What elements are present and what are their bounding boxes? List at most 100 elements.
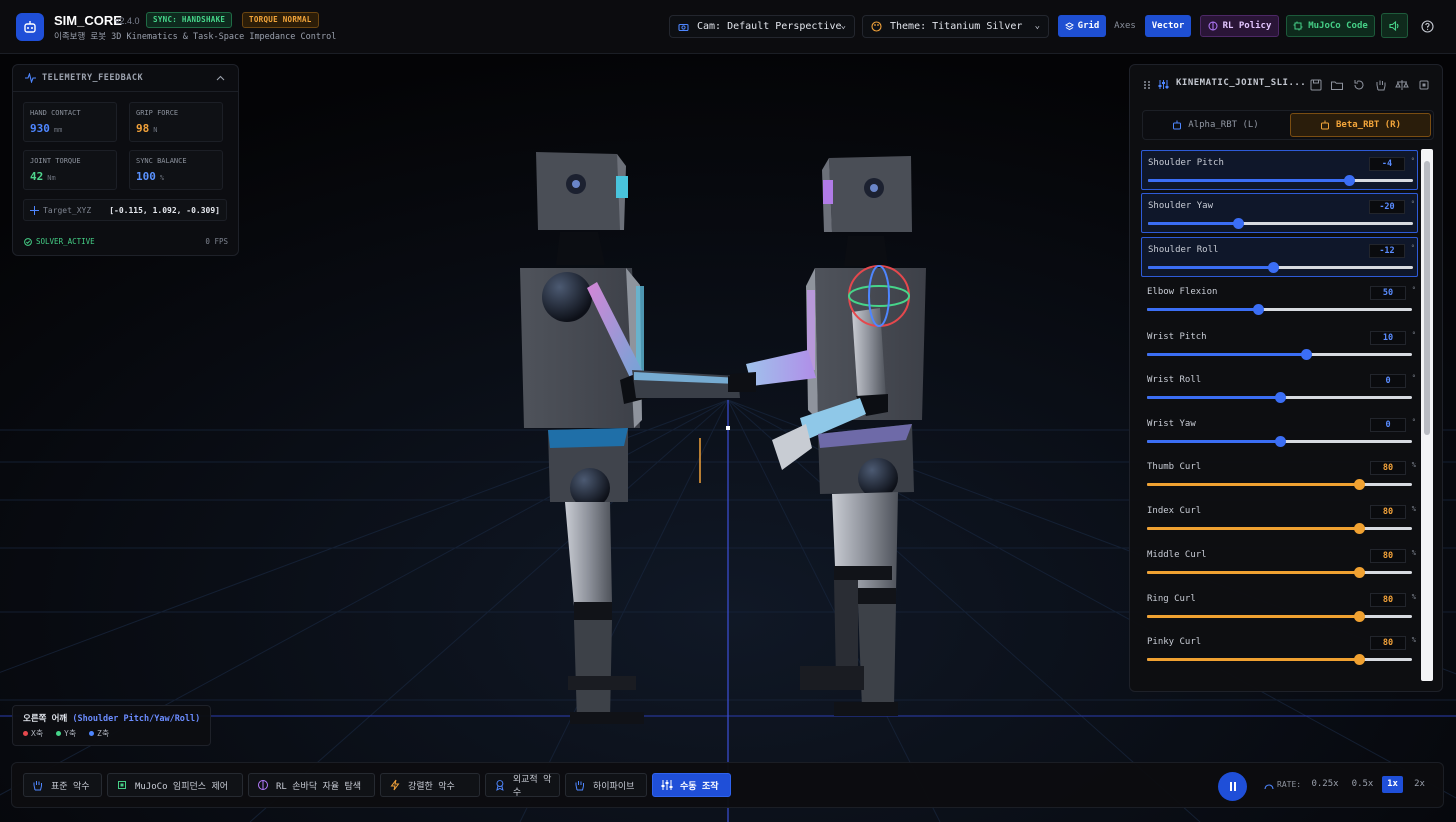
rl-policy-button[interactable]: RL Policy [1200,15,1279,37]
joint-slider-thumb[interactable] [1301,349,1312,360]
grid-toggle[interactable]: Grid [1058,15,1106,37]
mode-button[interactable]: MuJoCo 임피던스 제어 [107,773,243,797]
joint-slider-track[interactable] [1147,392,1412,403]
help-button[interactable] [1415,14,1439,38]
scrollbar-thumb[interactable] [1424,161,1430,435]
joint-unit: ° [1410,244,1415,252]
joint-value-input[interactable]: 80 [1370,461,1406,475]
joint-slider-track[interactable] [1147,567,1412,578]
joint-list[interactable]: Shoulder Pitch -4 ° Shoulder Yaw -20 ° Shoulde… [1141,149,1424,683]
shoulder-legend-name: 오른쪽 어깨 [23,714,68,724]
joint-slider-track[interactable] [1147,304,1412,315]
rate-option[interactable]: 0.25x [1308,776,1342,793]
activity-icon [25,73,36,83]
robot-icon [1173,120,1182,130]
joint-slider-fill [1148,179,1350,182]
joint-slider-track[interactable] [1147,479,1412,490]
z-axis-legend: Z축 [89,728,109,739]
joint-value-input[interactable]: -4 [1369,157,1405,171]
joint-slider-thumb[interactable] [1274,392,1286,403]
scale-icon[interactable] [1395,78,1409,92]
rate-option[interactable]: 0.5x [1349,776,1376,793]
telemetry-header[interactable]: TELEMETRY_FEEDBACK [13,65,238,92]
joint-slider-thumb[interactable] [1354,611,1365,622]
save-icon[interactable] [1309,78,1323,92]
joint-value-input[interactable]: -20 [1369,200,1405,214]
drag-handle-icon[interactable] [1143,80,1151,90]
grid-toggle-label: Grid [1077,21,1100,31]
theme-select[interactable]: Theme: Titanium Silver ⌄ [862,15,1049,38]
joint-slider-row[interactable]: Pinky Curl 80% [1141,630,1418,670]
joint-slider-thumb[interactable] [1354,567,1365,578]
pause-button[interactable] [1218,772,1247,801]
joint-slider-row[interactable]: Ring Curl 80% [1141,587,1418,627]
joint-slider-row[interactable]: Wrist Pitch 10 ° [1141,325,1418,365]
mode-label: 외교적 악수 [512,775,552,798]
chevron-down-icon: ⌄ [840,21,846,31]
joint-slider-row[interactable]: Wrist Yaw 0 ° [1141,412,1418,452]
joint-slider-thumb[interactable] [1233,218,1245,229]
joint-slider-row[interactable]: Elbow Flexion 50 ° [1141,280,1418,320]
camera-select[interactable]: Cam: Default Perspective ⌄ [669,15,855,38]
reset-icon[interactable] [1352,78,1366,92]
grip-force-stat: GRIP FORCE 98 N [129,102,223,142]
joint-slider-track[interactable] [1147,349,1412,360]
mode-button[interactable]: 외교적 악수 [485,773,560,798]
camera-icon [678,23,689,31]
joint-slider-thumb[interactable] [1344,175,1356,186]
rate-option[interactable]: 1x [1382,776,1403,793]
mode-button[interactable]: RL 손바닥 자율 탐색 [248,773,375,797]
chevron-up-icon[interactable] [216,75,225,81]
mode-button[interactable]: 강렬한 악수 [380,773,480,797]
joint-slider-thumb[interactable] [1267,262,1279,273]
joint-slider-row[interactable]: Middle Curl 80% [1141,543,1418,583]
joint-slider-thumb[interactable] [1354,654,1365,665]
mujoco-code-button[interactable]: MuJoCo Code [1286,15,1375,37]
joint-slider-row[interactable]: Wrist Roll 0 ° [1141,368,1418,408]
joint-value-input[interactable]: 80 [1370,636,1406,650]
joint-torque-stat: JOINT TORQUE 42 Nm [23,150,117,190]
joint-slider-track[interactable] [1147,654,1412,665]
joint-value-input[interactable]: 80 [1370,505,1406,519]
joint-slider-row[interactable]: Shoulder Pitch -4 ° [1141,150,1418,190]
tab-beta-robot[interactable]: Beta_RBT (R) [1290,113,1431,137]
sound-toggle[interactable] [1381,13,1408,38]
joint-slider-fill [1147,615,1359,618]
joint-slider-thumb[interactable] [1253,304,1265,315]
mode-button[interactable]: 표준 악수 [23,773,102,797]
joint-slider-thumb[interactable] [1354,479,1365,490]
rate-option[interactable]: 2x [1412,776,1427,793]
mode-button[interactable]: 수동 조작 [652,773,731,797]
sync-status-badge: SYNC: HANDSHAKE [146,12,233,28]
axes-toggle[interactable]: Axes [1109,15,1141,37]
mode-label: RL 손바닥 자율 탐색 [276,781,362,792]
joint-list-scrollbar[interactable] [1421,149,1433,681]
hand-icon[interactable] [1374,78,1388,92]
joint-slider-row[interactable]: Shoulder Roll -12 ° [1141,237,1418,277]
joint-slider-row[interactable]: Index Curl 80% [1141,499,1418,539]
joint-slider-track[interactable] [1147,523,1412,534]
joint-value-input[interactable]: 80 [1370,549,1406,563]
joint-slider-track[interactable] [1147,436,1412,447]
joint-slider-track[interactable] [1148,175,1413,186]
robot-logo-icon [16,13,44,41]
joint-slider-thumb[interactable] [1354,523,1365,534]
folder-open-icon[interactable] [1330,78,1344,92]
joint-slider-thumb[interactable] [1274,436,1286,447]
joint-slider-track[interactable] [1148,218,1413,229]
joint-value-input[interactable]: 80 [1370,593,1406,607]
joint-value-input[interactable]: 10 [1370,331,1406,345]
joint-value-input[interactable]: 0 [1370,418,1406,432]
hand-icon [575,781,584,791]
joint-slider-row[interactable]: Thumb Curl 80% [1141,455,1418,495]
mode-button[interactable]: 하이파이브 [565,773,647,797]
joint-slider-track[interactable] [1147,611,1412,622]
tab-alpha-robot[interactable]: Alpha_RBT (L) [1145,113,1286,137]
joint-value-input[interactable]: 50 [1370,286,1406,300]
cpu-icon[interactable] [1417,78,1431,92]
joint-value-input[interactable]: -12 [1369,244,1405,258]
joint-value-input[interactable]: 0 [1370,374,1406,388]
vector-toggle[interactable]: Vector [1145,15,1191,37]
joint-slider-row[interactable]: Shoulder Yaw -20 ° [1141,193,1418,233]
joint-slider-track[interactable] [1148,262,1413,273]
